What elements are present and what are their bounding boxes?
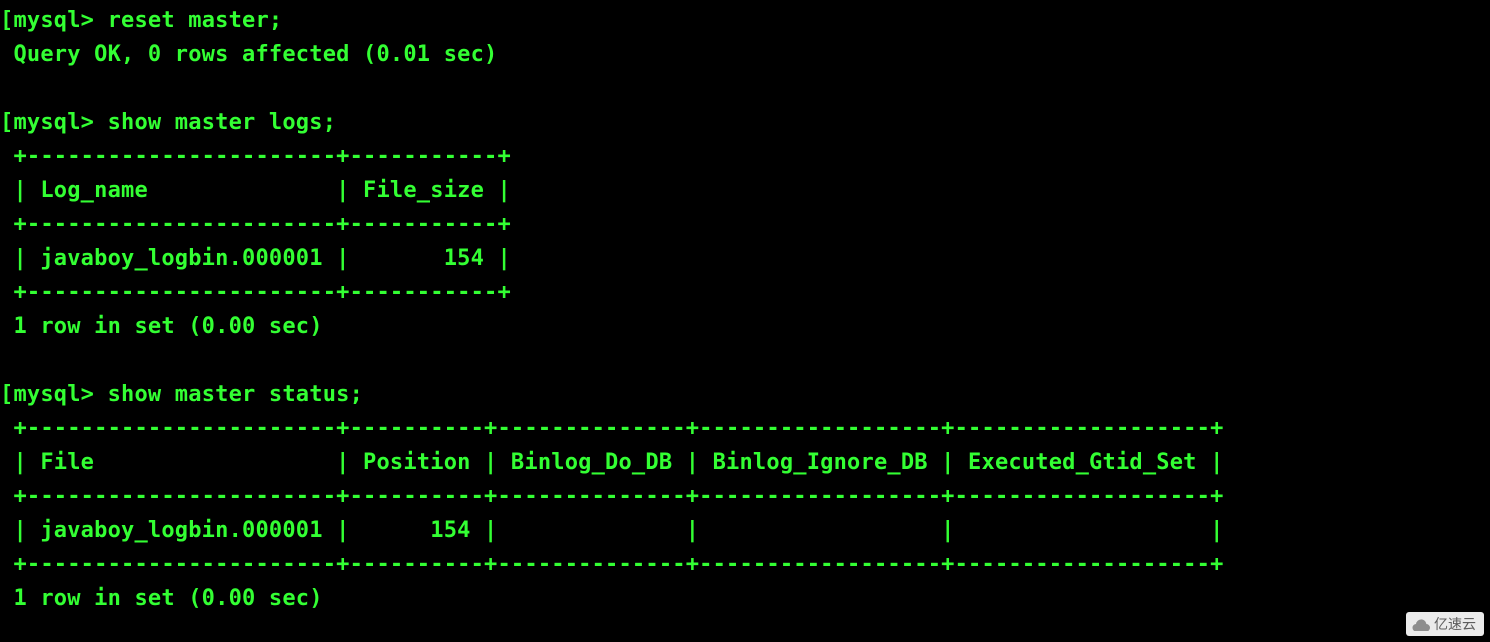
cmd-reset-master: reset master; [108,8,283,33]
mysql-prompt: mysql> [13,8,94,33]
table1-border-bot: +-----------------------+-----------+ [13,280,510,305]
table2-border-bot: +-----------------------+----------+----… [13,552,1223,577]
mysql-prompt: mysql> [13,110,94,135]
prompt-bracket: [ [0,8,13,33]
msg-rows-in-set-1: 1 row in set (0.00 sec) [13,314,322,339]
table1-border-top: +-----------------------+-----------+ [13,144,510,169]
table2-row: | javaboy_logbin.000001 | 154 | | | | [13,518,1223,543]
mysql-prompt: mysql> [13,382,94,407]
table1-row: | javaboy_logbin.000001 | 154 | [13,246,510,271]
table2-header: | File | Position | Binlog_Do_DB | Binlo… [13,450,1223,475]
cloud-icon [1412,617,1430,631]
terminal-output[interactable]: [mysql> reset master; Query OK, 0 rows a… [0,0,1490,616]
msg-rows-in-set-2: 1 row in set (0.00 sec) [13,586,322,611]
prompt-bracket: [ [0,382,13,407]
table1-header: | Log_name | File_size | [13,178,510,203]
cmd-show-master-logs: show master logs; [108,110,337,135]
table2-border-top: +-----------------------+----------+----… [13,416,1223,441]
watermark-text: 亿速云 [1434,614,1476,634]
cmd-show-master-status: show master status; [108,382,363,407]
prompt-bracket: [ [0,110,13,135]
msg-query-ok: Query OK, 0 rows affected (0.01 sec) [13,42,497,67]
watermark-badge: 亿速云 [1406,612,1484,636]
table2-border-mid: +-----------------------+----------+----… [13,484,1223,509]
table1-border-mid: +-----------------------+-----------+ [13,212,510,237]
